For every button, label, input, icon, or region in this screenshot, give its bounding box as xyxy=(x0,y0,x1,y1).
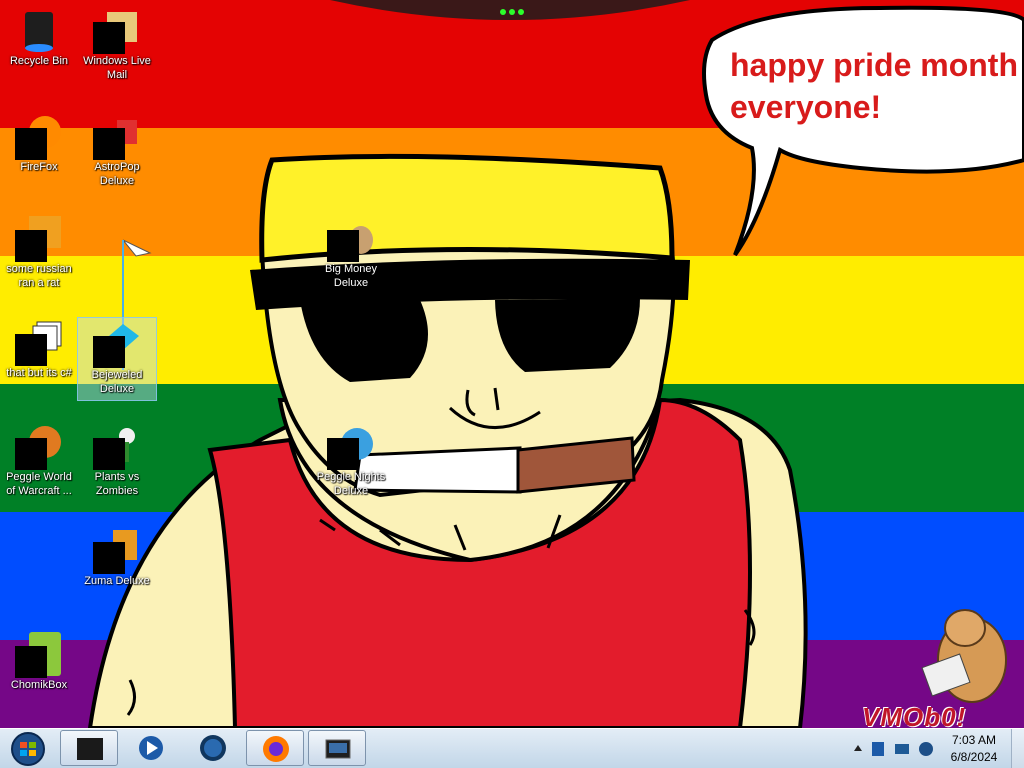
taskbar-globe[interactable] xyxy=(184,730,242,766)
desktop-icon-chomikbox[interactable]: ChomikBox xyxy=(0,628,78,692)
speech-bubble-text: happy pride month everyone! xyxy=(730,47,1018,125)
desktop-icon-astropop[interactable]: AstroPop Deluxe xyxy=(78,110,156,188)
taskbar-monitor-window[interactable] xyxy=(308,730,366,766)
desktop-icon-zuma[interactable]: Zuma Deluxe xyxy=(78,524,156,588)
globe-icon xyxy=(200,735,226,761)
desktop-icon-label: Bejeweled Deluxe xyxy=(91,369,143,395)
desktop-icon-that-but-its-csharp[interactable]: that but its c# xyxy=(0,316,78,380)
desktop-icon-label: that but its c# xyxy=(6,367,72,379)
desktop-icon-peggle-nights[interactable]: Peggle Nights Deluxe xyxy=(312,420,390,498)
peggle-icon xyxy=(15,422,63,470)
peggle-nights-icon xyxy=(327,422,375,470)
firefox-icon xyxy=(263,736,289,762)
system-tray: 7:03 AM 6/8/2024 xyxy=(846,729,1024,768)
flower-icon xyxy=(93,422,141,470)
media-player-icon xyxy=(139,736,163,760)
desktop-icon-plants-vs-zombies[interactable]: Plants vs Zombies xyxy=(78,420,156,498)
taskbar-firefox[interactable] xyxy=(246,730,304,766)
desktop-icon-label: Windows Live Mail xyxy=(83,55,151,81)
money-bag-icon xyxy=(327,214,375,262)
network-icon[interactable] xyxy=(892,729,912,768)
monitor-window-icon xyxy=(325,739,351,759)
taskbar: 7:03 AM 6/8/2024 xyxy=(0,728,1024,768)
show-desktop-button[interactable] xyxy=(1011,729,1024,768)
clock-time[interactable]: 7:03 AM xyxy=(944,733,1004,747)
windows-orb-icon xyxy=(11,732,45,766)
desktop-icon-windows-live-mail[interactable]: Windows Live Mail xyxy=(78,4,156,82)
desktop-icon-peggle-wow[interactable]: Peggle World of Warcraft ... xyxy=(0,420,78,498)
action-center-icon[interactable] xyxy=(868,729,888,768)
firefox-icon xyxy=(15,112,63,160)
taskbar-app-black-box[interactable] xyxy=(60,730,118,766)
desktop-icon-label: Big Money Deluxe xyxy=(325,263,377,289)
start-button[interactable] xyxy=(4,730,48,768)
desktop-icon-label: FireFox xyxy=(20,161,58,173)
desktop-icon-recycle-bin[interactable]: Recycle Bin xyxy=(0,4,78,68)
desktop[interactable]: happy pride month everyone! VMOb0! Recyc… xyxy=(0,0,1024,768)
desktop-icon-label: Zuma Deluxe xyxy=(84,575,150,587)
stacked-windows-icon xyxy=(15,318,63,366)
desktop-icon-label: Recycle Bin xyxy=(9,55,69,67)
taskbar-media-player[interactable] xyxy=(122,730,180,766)
volume-icon[interactable] xyxy=(916,729,936,768)
desktop-icon-firefox[interactable]: FireFox xyxy=(0,110,78,174)
desktop-icon-label: some russian ran a rat xyxy=(6,263,72,289)
astropop-icon xyxy=(93,112,141,160)
rat-app-icon xyxy=(15,214,63,262)
hamster-app-icon xyxy=(15,630,63,678)
show-hidden-icons-arrow-icon[interactable] xyxy=(850,729,866,768)
black-box-app-icon xyxy=(77,738,103,760)
clock-date[interactable]: 6/8/2024 xyxy=(944,750,1004,764)
gem-icon xyxy=(93,320,141,368)
desktop-icon-label: ChomikBox xyxy=(10,679,68,691)
zuma-icon xyxy=(93,526,141,574)
desktop-icon-label: Plants vs Zombies xyxy=(94,471,140,497)
recycle-bin-icon xyxy=(15,6,63,54)
desktop-icon-label: Peggle Nights Deluxe xyxy=(316,471,386,497)
desktop-icon-label: Peggle World of Warcraft ... xyxy=(6,471,72,497)
desktop-icon-some-russian[interactable]: some russian ran a rat xyxy=(0,212,78,290)
desktop-icon-label: AstroPop Deluxe xyxy=(94,161,140,187)
desktop-icon-big-money[interactable]: Big Money Deluxe xyxy=(312,212,390,290)
desktop-icon-bejeweled[interactable]: Bejeweled Deluxe xyxy=(77,317,157,401)
mail-icon xyxy=(93,6,141,54)
